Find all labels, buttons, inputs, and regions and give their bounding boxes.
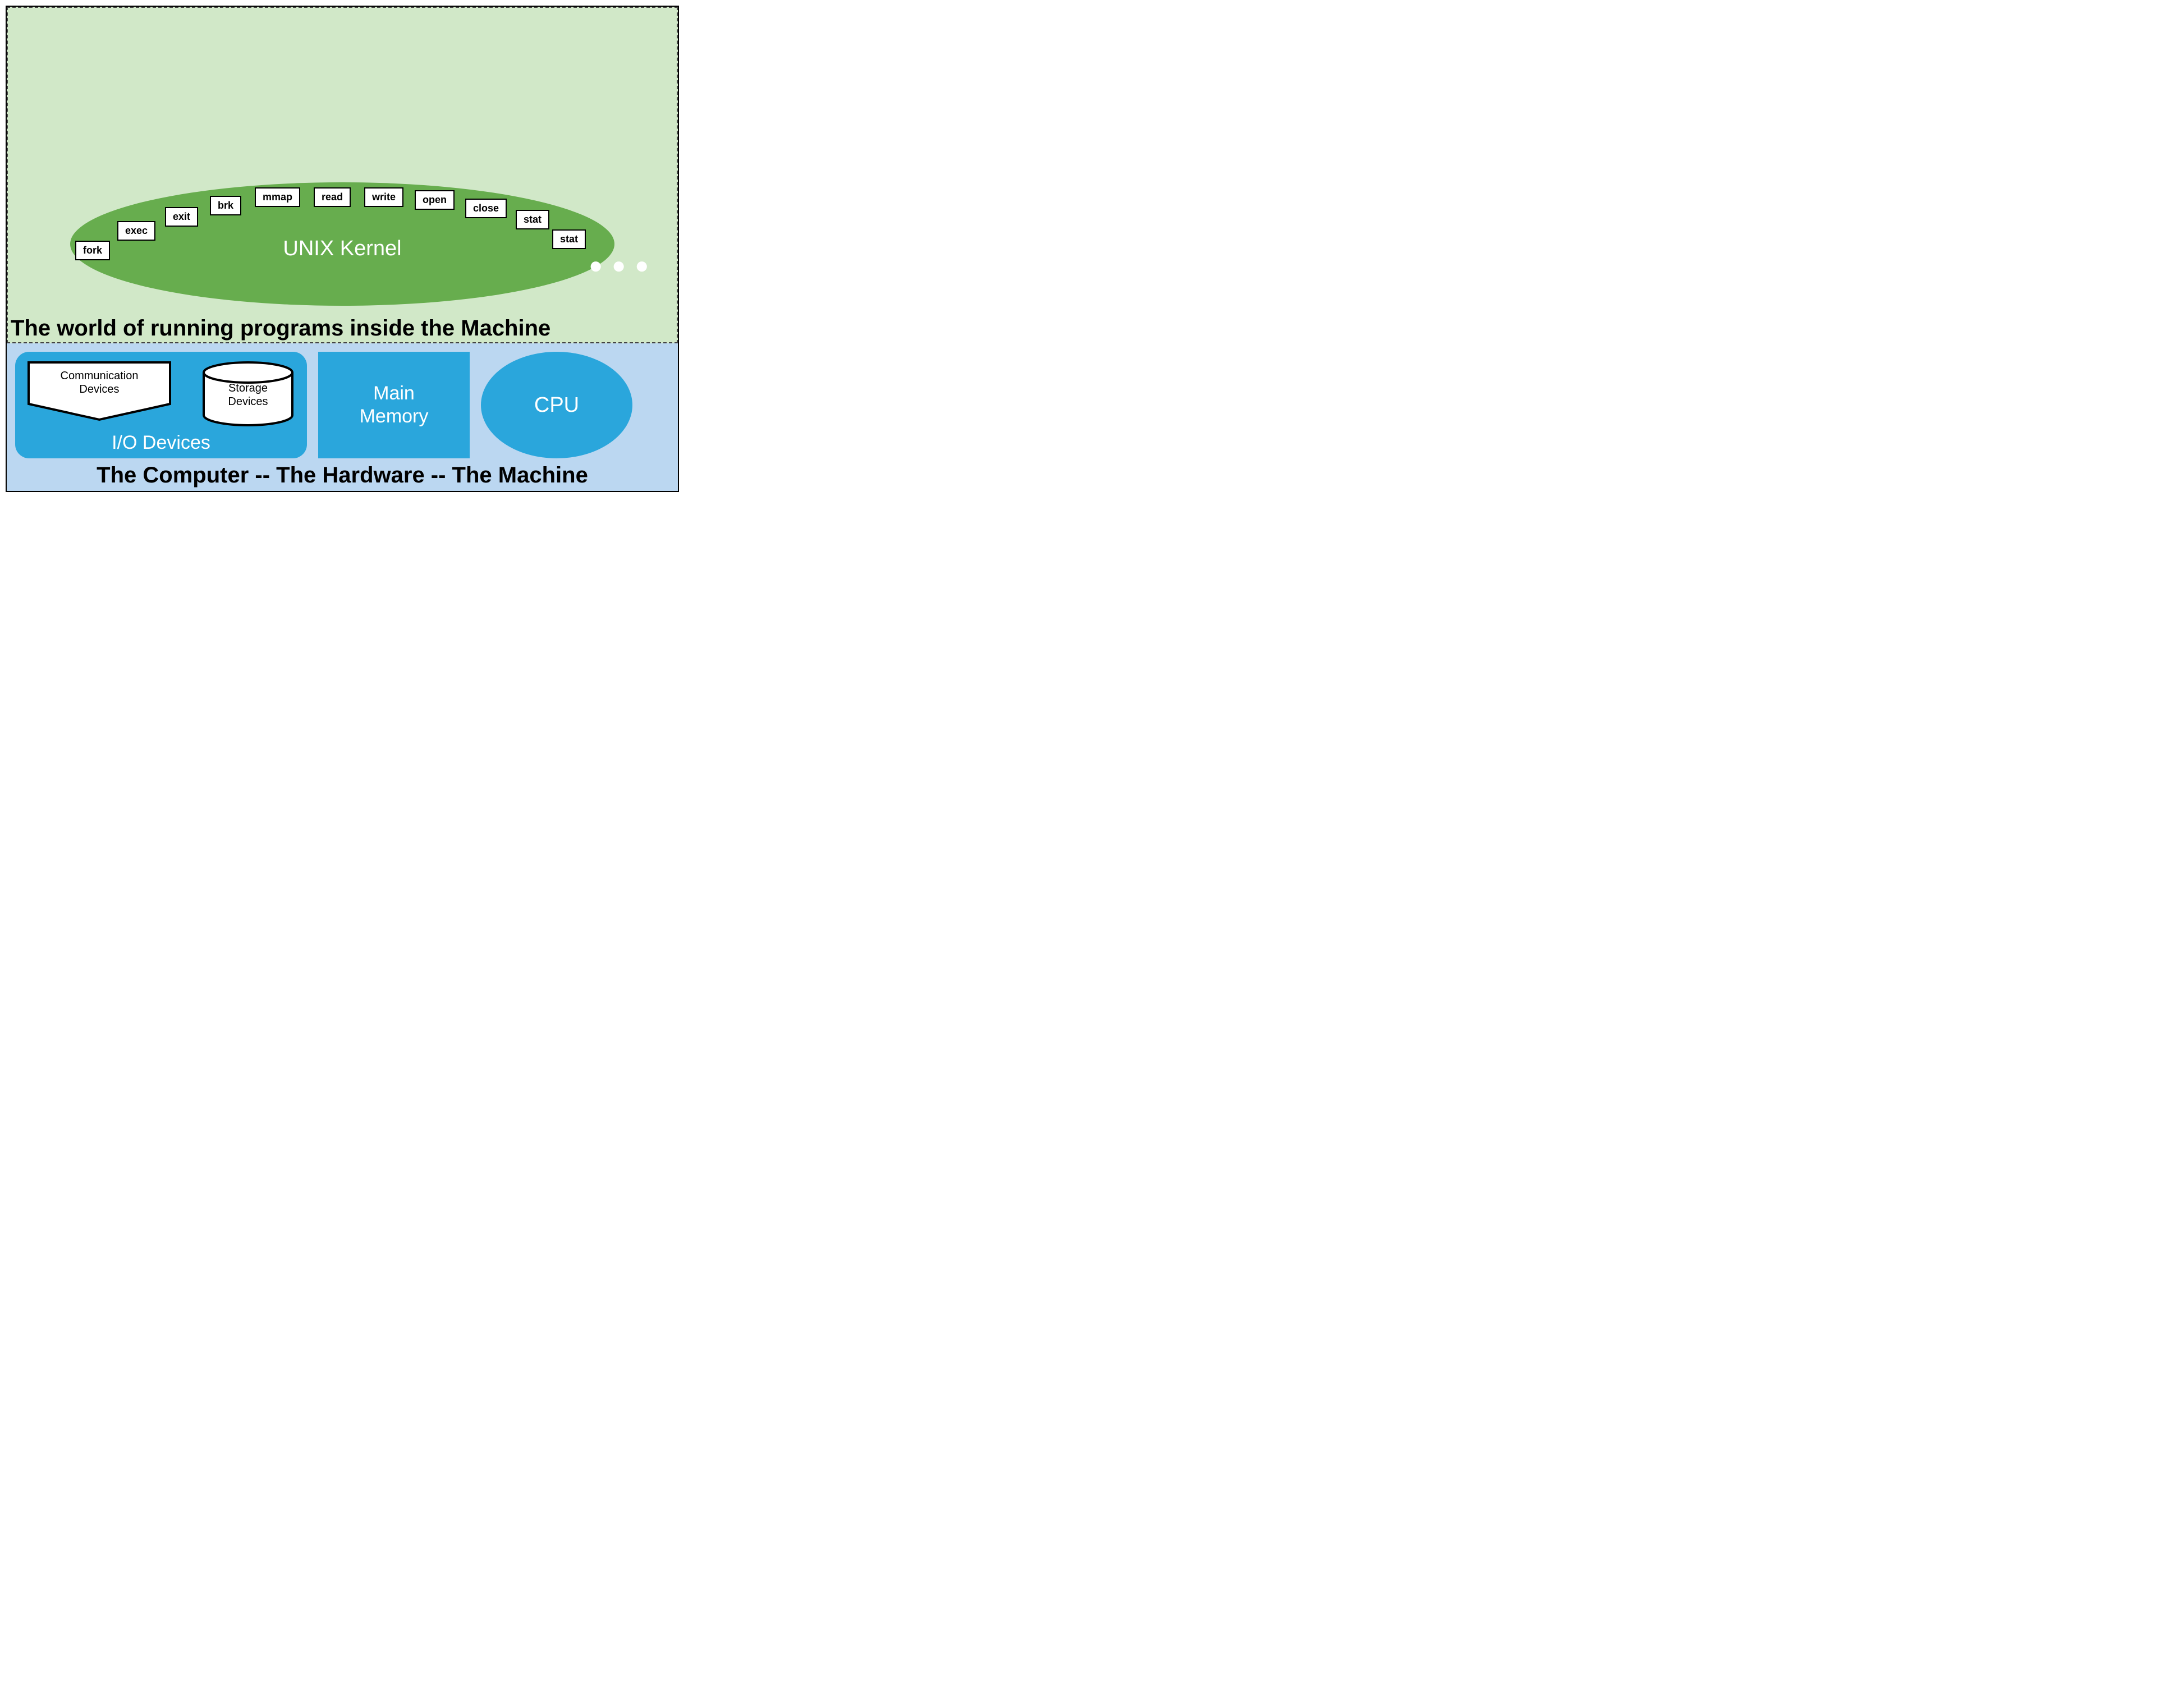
communication-device-shape: Communication Devices bbox=[26, 360, 172, 422]
cpu-label: CPU bbox=[534, 393, 579, 417]
more-dots-icon: ● ● ● bbox=[589, 252, 650, 279]
software-region: UNIX Kernel forkexecexitbrkmmapreadwrite… bbox=[7, 7, 678, 343]
software-caption: The world of running programs inside the… bbox=[11, 316, 674, 341]
syscall-box: mmap bbox=[255, 187, 300, 207]
syscall-box: write bbox=[364, 187, 403, 207]
communication-device-label: Communication Devices bbox=[26, 369, 172, 396]
syscall-box: exec bbox=[117, 221, 155, 241]
syscall-box: stat bbox=[552, 229, 586, 249]
main-memory-box: Main Memory bbox=[318, 352, 470, 458]
diagram-container: UNIX Kernel forkexecexitbrkmmapreadwrite… bbox=[6, 6, 679, 492]
syscall-box: brk bbox=[210, 196, 241, 215]
syscalls-layer: fork exec exitbrkmmap read write open close sta… bbox=[8, 8, 677, 342]
syscall-box: exit bbox=[165, 207, 198, 227]
syscall-box: open bbox=[415, 190, 455, 210]
hardware-row: Communication Devices Storage Devices bbox=[15, 352, 669, 458]
io-devices-box: Communication Devices Storage Devices bbox=[15, 352, 307, 458]
hardware-region: Communication Devices Storage Devices bbox=[7, 343, 678, 491]
cpu-ellipse: CPU bbox=[481, 352, 632, 458]
syscall-box: fork bbox=[75, 241, 110, 260]
syscall-box: read bbox=[314, 187, 351, 207]
storage-device-shape: Storage Devices bbox=[200, 360, 296, 427]
syscall-box: stat bbox=[516, 210, 549, 229]
hardware-caption: The Computer -- The Hardware -- The Mach… bbox=[15, 463, 669, 488]
syscall-box: close bbox=[465, 199, 507, 218]
io-devices-label: I/O Devices bbox=[112, 432, 210, 454]
main-memory-label: Main Memory bbox=[360, 382, 429, 428]
storage-device-label: Storage Devices bbox=[200, 381, 296, 408]
